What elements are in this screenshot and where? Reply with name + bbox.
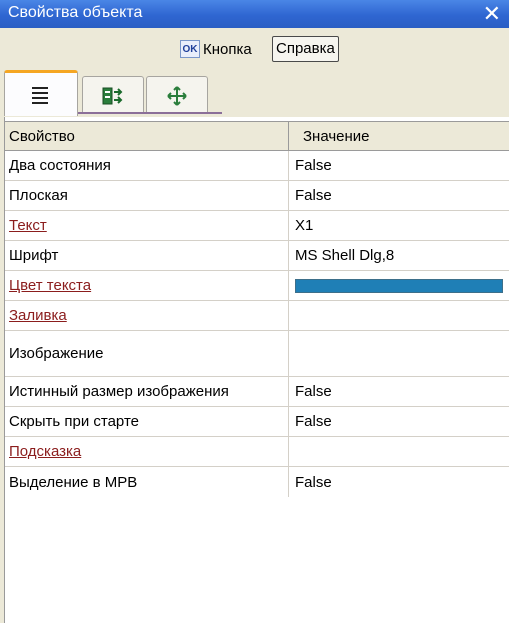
table-row[interactable]: Цвет текста bbox=[5, 271, 509, 301]
property-value[interactable]: False bbox=[288, 407, 509, 436]
properties-window: Свойства объекта ✕ OK Кнопка Справка Сво… bbox=[0, 0, 509, 623]
color-swatch[interactable] bbox=[295, 278, 503, 293]
tab-properties[interactable] bbox=[4, 70, 78, 116]
property-value[interactable]: False bbox=[288, 151, 509, 180]
property-name: Скрыть при старте bbox=[9, 413, 139, 430]
property-value[interactable]: False bbox=[288, 467, 509, 497]
tab-move[interactable] bbox=[146, 76, 208, 114]
table-row[interactable]: Плоская False bbox=[5, 181, 509, 211]
property-value[interactable]: False bbox=[288, 377, 509, 406]
events-icon bbox=[102, 87, 123, 104]
property-name: Изображение bbox=[9, 345, 104, 362]
table-row[interactable]: Шрифт MS Shell Dlg,8 bbox=[5, 241, 509, 271]
table-row[interactable]: Выделение в МРВ False bbox=[5, 467, 509, 497]
property-link[interactable]: Заливка bbox=[5, 301, 288, 330]
grid-header: Свойство Значение bbox=[5, 121, 509, 151]
property-value[interactable]: MS Shell Dlg,8 bbox=[288, 241, 509, 270]
property-tabs bbox=[4, 70, 234, 116]
table-row[interactable]: Заливка bbox=[5, 301, 509, 331]
list-icon bbox=[32, 86, 48, 104]
property-link[interactable]: Цвет текста bbox=[5, 271, 288, 300]
property-name: Два состояния bbox=[9, 157, 111, 174]
object-toolbar: OK Кнопка Справка bbox=[0, 28, 509, 68]
help-button[interactable]: Справка bbox=[272, 36, 339, 62]
table-row[interactable]: Истинный размер изображения False bbox=[5, 377, 509, 407]
table-row[interactable]: Текст X1 bbox=[5, 211, 509, 241]
table-row[interactable]: Скрыть при старте False bbox=[5, 407, 509, 437]
table-row[interactable]: Изображение bbox=[5, 331, 509, 377]
property-value[interactable]: X1 bbox=[288, 211, 509, 240]
property-link[interactable]: Текст bbox=[5, 211, 288, 240]
property-name: Плоская bbox=[9, 187, 68, 204]
window-title: Свойства объекта bbox=[8, 4, 143, 21]
value-column-header[interactable]: Значение bbox=[288, 122, 509, 150]
property-column-header[interactable]: Свойство bbox=[5, 122, 288, 150]
property-value[interactable]: False bbox=[288, 181, 509, 210]
property-name: Выделение в МРВ bbox=[9, 473, 138, 491]
property-link[interactable]: Подсказка bbox=[5, 437, 288, 466]
ok-button-icon: OK bbox=[180, 40, 200, 58]
text-color-value[interactable] bbox=[288, 271, 509, 300]
property-name: Шрифт bbox=[9, 247, 59, 264]
property-grid: Свойство Значение Два состояния False Пл… bbox=[4, 117, 509, 623]
property-value[interactable] bbox=[288, 301, 509, 330]
property-value[interactable] bbox=[288, 437, 509, 466]
property-value[interactable] bbox=[288, 331, 509, 376]
title-bar[interactable]: Свойства объекта ✕ bbox=[0, 0, 509, 28]
button-object-label[interactable]: OK Кнопка bbox=[180, 37, 252, 61]
table-row[interactable]: Два состояния False bbox=[5, 151, 509, 181]
property-name: Истинный размер изображения bbox=[9, 383, 229, 400]
tab-events[interactable] bbox=[82, 76, 144, 114]
close-icon[interactable]: ✕ bbox=[483, 1, 501, 27]
tab-underline bbox=[78, 112, 222, 114]
move-icon bbox=[167, 85, 187, 106]
button-type-label: Кнопка bbox=[203, 40, 252, 58]
table-row[interactable]: Подсказка bbox=[5, 437, 509, 467]
